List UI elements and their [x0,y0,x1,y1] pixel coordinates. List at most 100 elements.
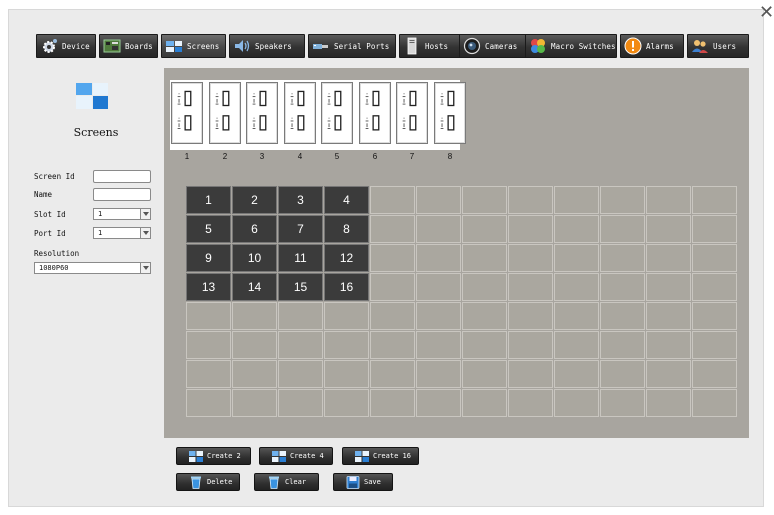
empty-grid-cell[interactable] [462,244,507,272]
empty-grid-cell[interactable] [462,302,507,330]
output-port-card[interactable] [434,82,466,144]
empty-grid-cell[interactable] [508,389,553,417]
empty-grid-cell[interactable] [508,331,553,359]
assigned-screen-cell[interactable]: 4 [324,186,369,214]
empty-grid-cell[interactable] [600,244,645,272]
empty-grid-cell[interactable] [508,302,553,330]
empty-grid-cell[interactable] [232,331,277,359]
screen-id-field[interactable] [93,170,151,183]
empty-grid-cell[interactable] [416,331,461,359]
empty-grid-cell[interactable] [186,389,231,417]
empty-grid-cell[interactable] [646,273,691,301]
assigned-screen-cell[interactable]: 9 [186,244,231,272]
empty-grid-cell[interactable] [692,389,737,417]
assigned-screen-cell[interactable]: 14 [232,273,277,301]
empty-grid-cell[interactable] [416,389,461,417]
tab-device[interactable]: Device [36,34,96,58]
assigned-screen-cell[interactable]: 8 [324,215,369,243]
empty-grid-cell[interactable] [370,360,415,388]
empty-grid-cell[interactable] [462,186,507,214]
empty-grid-cell[interactable] [370,302,415,330]
empty-grid-cell[interactable] [600,186,645,214]
chevron-down-icon[interactable] [140,263,150,273]
assigned-screen-cell[interactable]: 12 [324,244,369,272]
empty-grid-cell[interactable] [370,273,415,301]
empty-grid-cell[interactable] [646,215,691,243]
empty-grid-cell[interactable] [186,302,231,330]
assigned-screen-cell[interactable]: 15 [278,273,323,301]
clear-button[interactable]: Clear [254,473,319,491]
empty-grid-cell[interactable] [416,302,461,330]
empty-grid-cell[interactable] [416,273,461,301]
empty-grid-cell[interactable] [600,302,645,330]
empty-grid-cell[interactable] [416,360,461,388]
tab-boards[interactable]: Boards [99,34,158,58]
empty-grid-cell[interactable] [646,186,691,214]
create-16-button[interactable]: Create 16 [342,447,419,465]
empty-grid-cell[interactable] [646,244,691,272]
empty-grid-cell[interactable] [462,273,507,301]
empty-grid-cell[interactable] [508,360,553,388]
empty-grid-cell[interactable] [646,360,691,388]
empty-grid-cell[interactable] [370,215,415,243]
output-port-card[interactable] [321,82,353,144]
empty-grid-cell[interactable] [554,360,599,388]
empty-grid-cell[interactable] [692,331,737,359]
output-port-card[interactable] [246,82,278,144]
assigned-screen-cell[interactable]: 13 [186,273,231,301]
empty-grid-cell[interactable] [370,389,415,417]
assigned-screen-cell[interactable]: 11 [278,244,323,272]
tab-users[interactable]: Users [687,34,749,58]
empty-grid-cell[interactable] [646,389,691,417]
tab-serial-ports[interactable]: Serial Ports [308,34,396,58]
empty-grid-cell[interactable] [554,244,599,272]
empty-grid-cell[interactable] [278,360,323,388]
assigned-screen-cell[interactable]: 10 [232,244,277,272]
tab-screens[interactable]: Screens [161,34,226,58]
tab-alarms[interactable]: Alarms [620,34,684,58]
empty-grid-cell[interactable] [232,302,277,330]
assigned-screen-cell[interactable]: 5 [186,215,231,243]
empty-grid-cell[interactable] [278,389,323,417]
empty-grid-cell[interactable] [370,331,415,359]
empty-grid-cell[interactable] [186,331,231,359]
resolution-select[interactable]: 1080P60 [34,262,151,274]
empty-grid-cell[interactable] [462,389,507,417]
empty-grid-cell[interactable] [692,244,737,272]
empty-grid-cell[interactable] [554,273,599,301]
chevron-down-icon[interactable] [140,228,150,238]
tab-speakers[interactable]: Speakers [229,34,305,58]
assigned-screen-cell[interactable]: 7 [278,215,323,243]
empty-grid-cell[interactable] [692,360,737,388]
empty-grid-cell[interactable] [462,215,507,243]
empty-grid-cell[interactable] [462,331,507,359]
create-2-button[interactable]: Create 2 [176,447,251,465]
assigned-screen-cell[interactable]: 6 [232,215,277,243]
close-icon[interactable]: ✕ [759,4,774,22]
slot-id-select[interactable]: 1 [93,208,151,220]
empty-grid-cell[interactable] [508,273,553,301]
empty-grid-cell[interactable] [600,273,645,301]
empty-grid-cell[interactable] [416,215,461,243]
empty-grid-cell[interactable] [554,331,599,359]
empty-grid-cell[interactable] [232,389,277,417]
empty-grid-cell[interactable] [554,389,599,417]
empty-grid-cell[interactable] [600,389,645,417]
output-port-card[interactable] [284,82,316,144]
assigned-screen-cell[interactable]: 16 [324,273,369,301]
empty-grid-cell[interactable] [508,244,553,272]
empty-grid-cell[interactable] [692,273,737,301]
empty-grid-cell[interactable] [646,331,691,359]
empty-grid-cell[interactable] [508,215,553,243]
empty-grid-cell[interactable] [692,302,737,330]
name-field[interactable] [93,188,151,201]
empty-grid-cell[interactable] [554,186,599,214]
empty-grid-cell[interactable] [692,186,737,214]
empty-grid-cell[interactable] [324,389,369,417]
empty-grid-cell[interactable] [324,331,369,359]
empty-grid-cell[interactable] [462,360,507,388]
save-button[interactable]: Save [333,473,393,491]
empty-grid-cell[interactable] [600,331,645,359]
empty-grid-cell[interactable] [600,360,645,388]
empty-grid-cell[interactable] [508,186,553,214]
